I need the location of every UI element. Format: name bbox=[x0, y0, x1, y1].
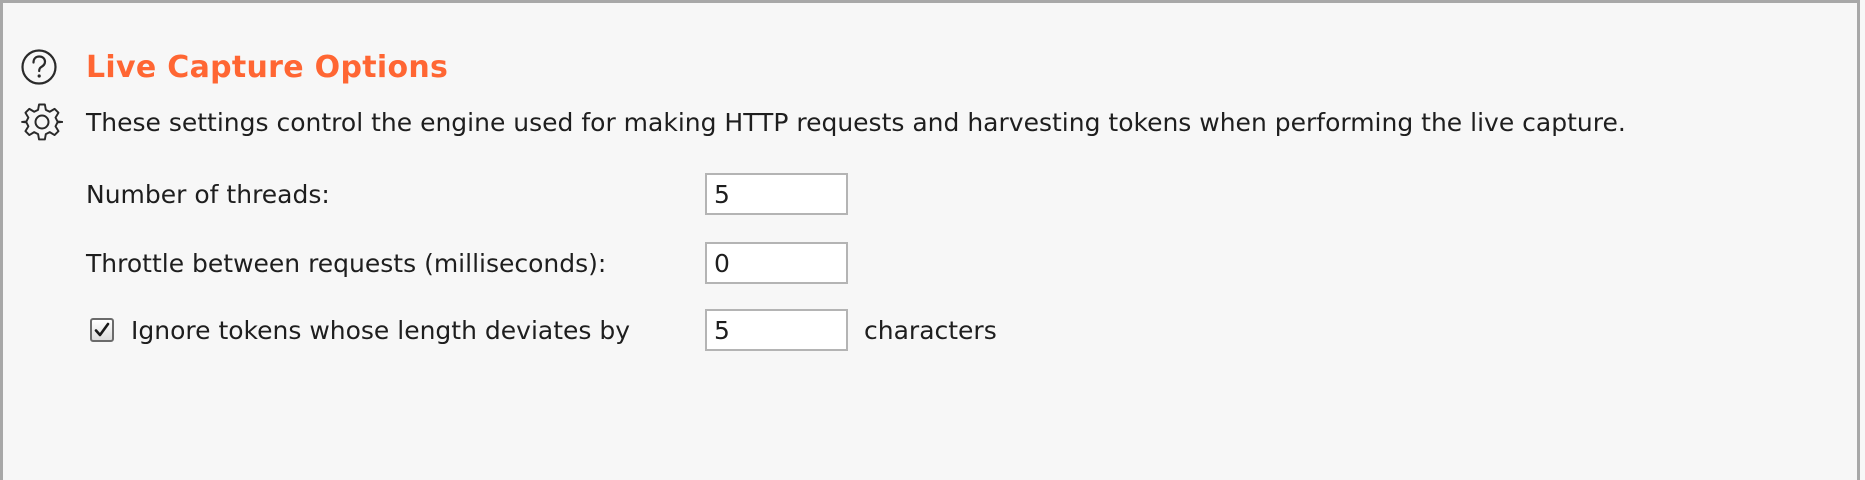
throttle-input[interactable] bbox=[705, 242, 848, 284]
ignore-tokens-row: Ignore tokens whose length deviates by c… bbox=[86, 305, 997, 355]
throttle-label: Throttle between requests (milliseconds)… bbox=[86, 248, 607, 278]
help-circle-icon[interactable] bbox=[20, 48, 58, 86]
section-title: Live Capture Options bbox=[86, 49, 449, 85]
section-description: These settings control the engine used f… bbox=[86, 107, 1626, 137]
ignore-tokens-deviation-input[interactable] bbox=[705, 309, 848, 351]
gear-icon[interactable] bbox=[20, 100, 64, 144]
panel-right-border bbox=[1857, 0, 1860, 480]
panel-left-border bbox=[0, 0, 3, 480]
section-description-row: These settings control the engine used f… bbox=[20, 98, 1626, 146]
panel-top-border bbox=[0, 0, 1857, 3]
threads-input[interactable] bbox=[705, 173, 848, 215]
threads-field-row: Number of threads: bbox=[86, 169, 848, 219]
characters-label: characters bbox=[864, 315, 997, 345]
checkmark-icon bbox=[94, 322, 110, 337]
threads-label: Number of threads: bbox=[86, 179, 330, 209]
ignore-tokens-label: Ignore tokens whose length deviates by bbox=[131, 315, 631, 345]
ignore-tokens-checkbox[interactable] bbox=[90, 318, 114, 342]
section-header: Live Capture Options bbox=[20, 42, 448, 92]
ignore-tokens-option[interactable]: Ignore tokens whose length deviates by bbox=[86, 316, 705, 345]
throttle-field-row: Throttle between requests (milliseconds)… bbox=[86, 238, 848, 288]
